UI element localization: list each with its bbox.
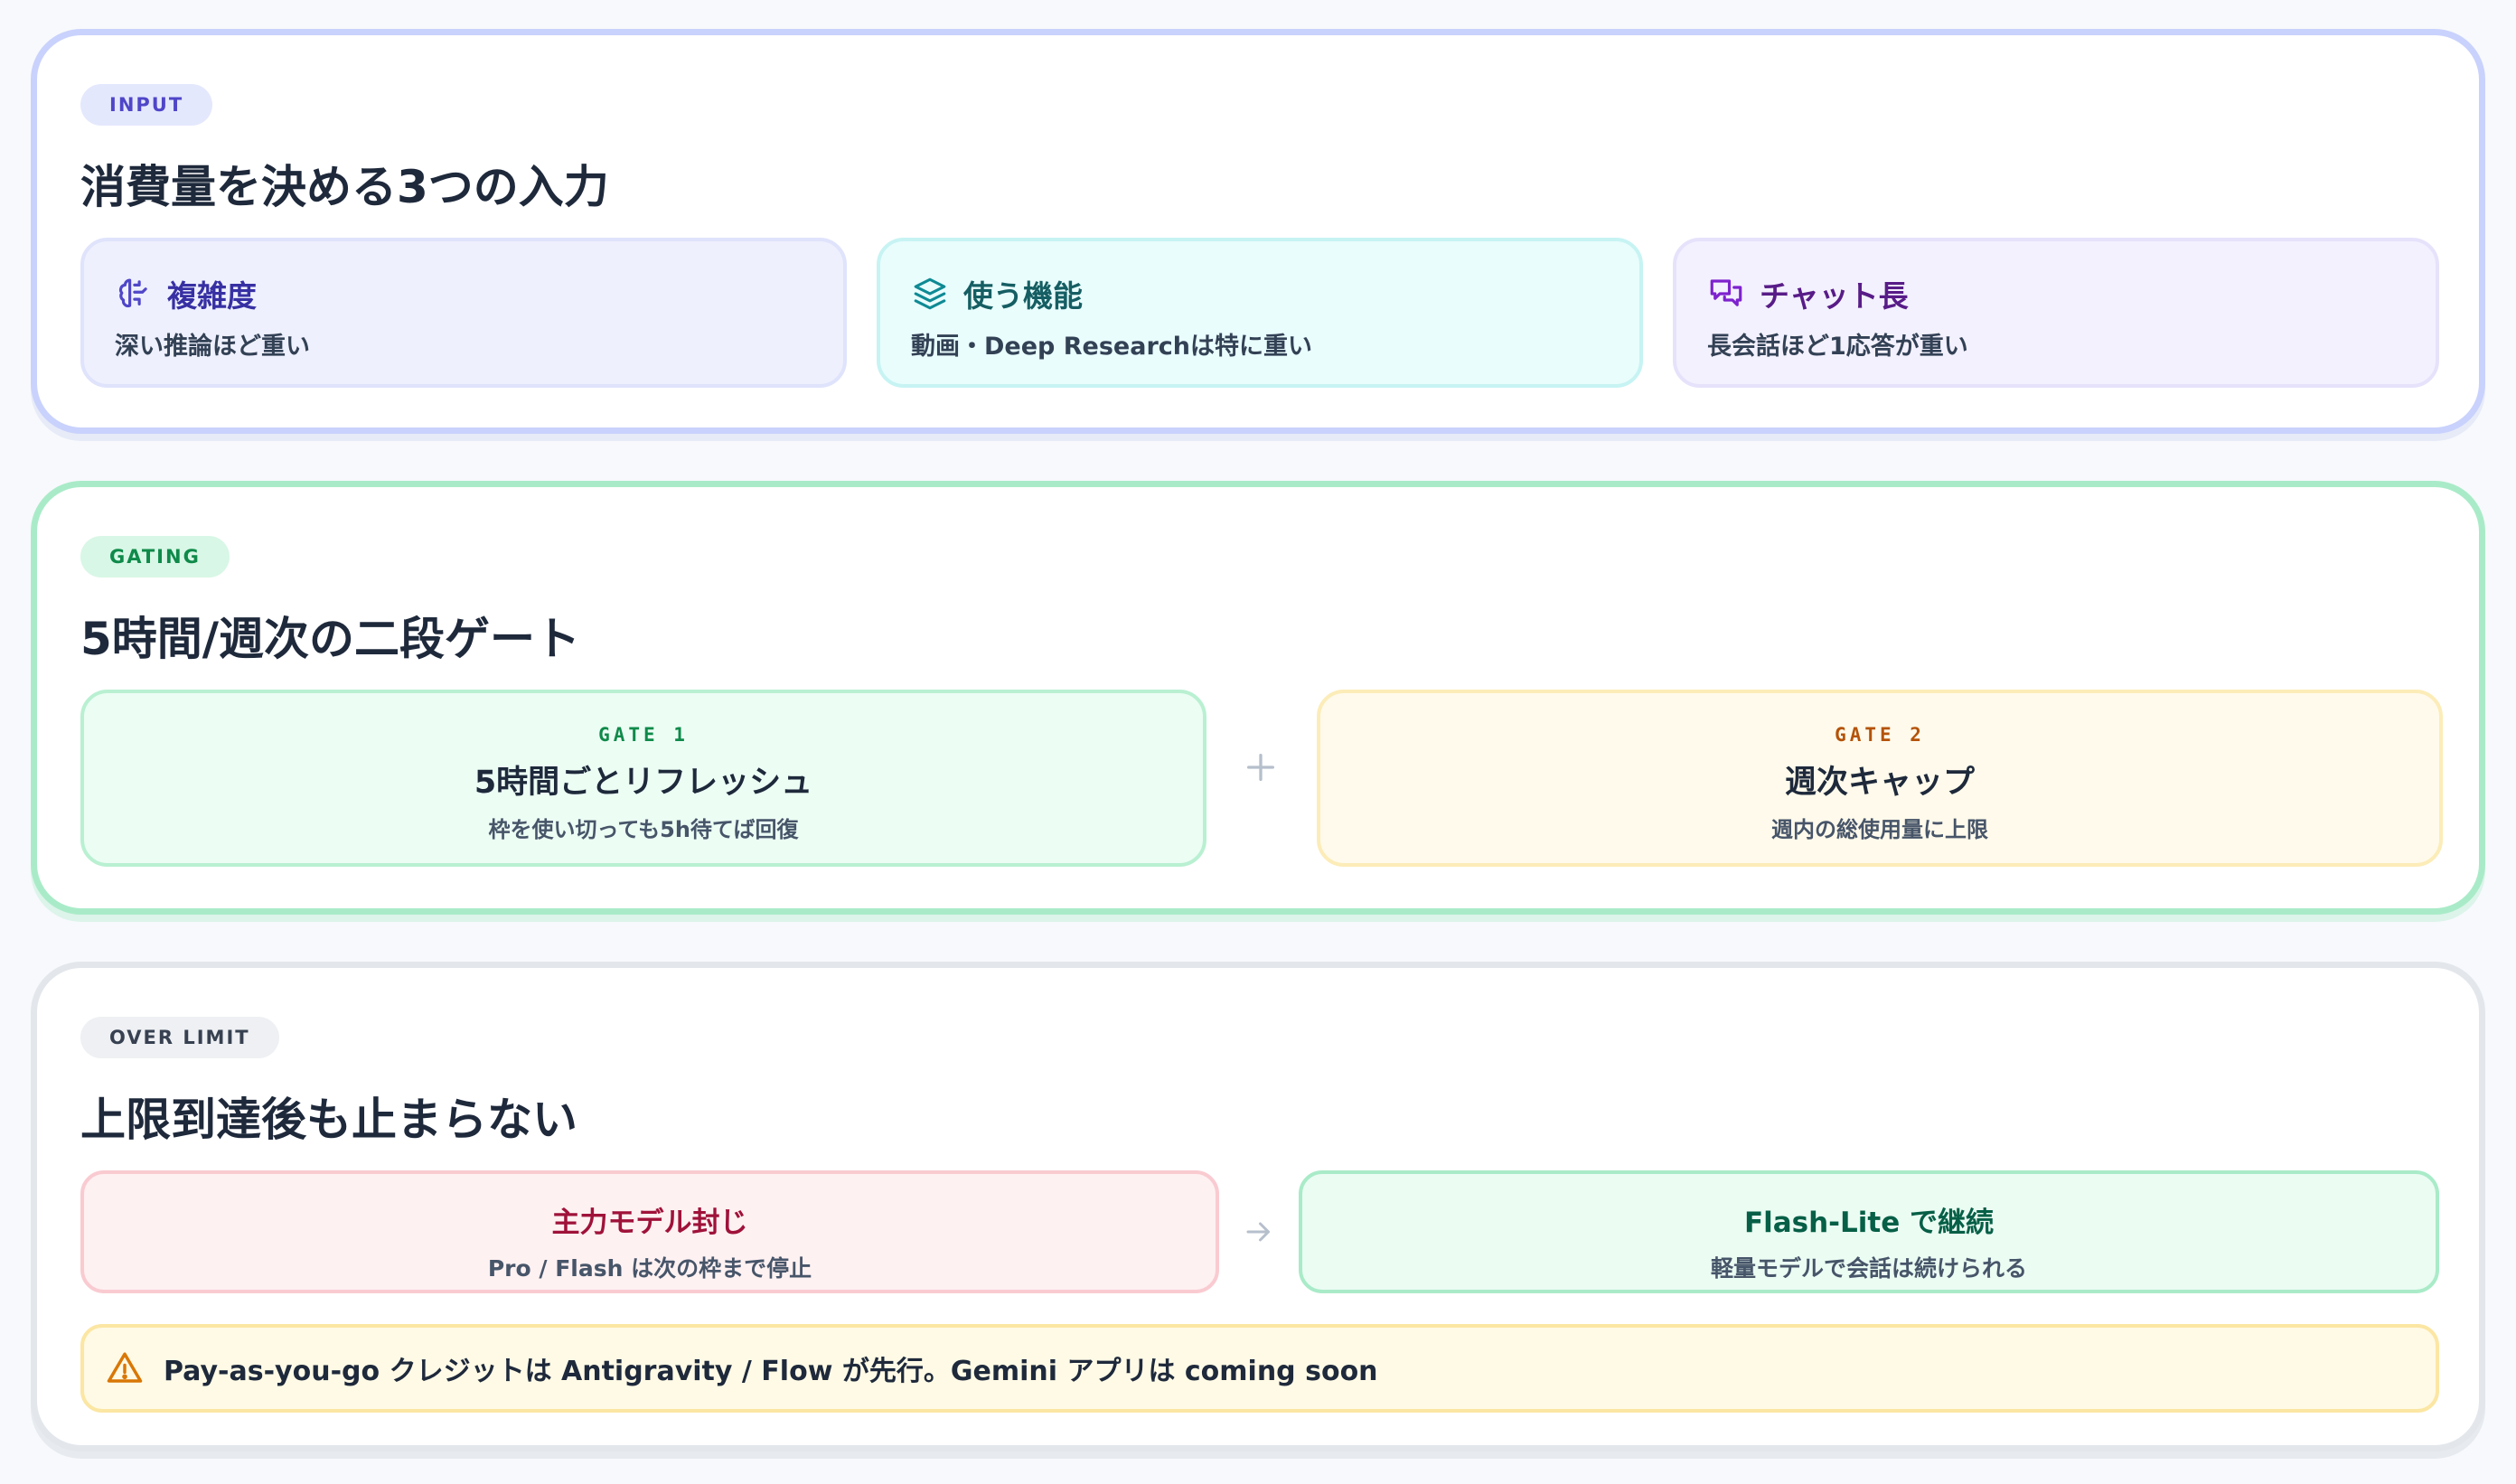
gate-1-desc: 枠を使い切っても5h待てば回復 bbox=[488, 817, 799, 842]
brain-icon bbox=[118, 278, 147, 308]
complexity-card: 複雑度 深い推論ほど重い bbox=[80, 238, 847, 388]
warning-icon bbox=[107, 1352, 143, 1383]
over-limit-title: 上限到達後も止まらない bbox=[80, 1094, 577, 1146]
gating-panel: GATING 5時間/週次の二段ゲート GATE 1 5時間ごとリフレッシュ 枠… bbox=[31, 481, 2485, 915]
chat-length-label: チャット長 bbox=[1760, 278, 1909, 314]
features-label: 使う機能 bbox=[963, 278, 1083, 314]
plus-icon bbox=[1247, 754, 1274, 781]
gating-title: 5時間/週次の二段ゲート bbox=[80, 613, 581, 665]
complexity-desc: 深い推論ほど重い bbox=[115, 333, 310, 361]
gate-1-card: GATE 1 5時間ごとリフレッシュ 枠を使い切っても5h待てば回復 bbox=[80, 690, 1206, 867]
notice-text: Pay-as-you-go クレジットは Antigravity / Flow … bbox=[164, 1356, 1378, 1387]
gate-2-tag: GATE 2 bbox=[1835, 724, 1925, 746]
over-limit-badge: OVER LIMIT bbox=[80, 1017, 279, 1058]
payg-notice: Pay-as-you-go クレジットは Antigravity / Flow … bbox=[80, 1324, 2439, 1413]
input-title: 消費量を決める3つの入力 bbox=[80, 161, 609, 213]
complexity-label: 複雑度 bbox=[167, 278, 257, 314]
gate-1-name: 5時間ごとリフレッシュ bbox=[474, 765, 813, 801]
blocked-desc: Pro / Flash は次の枠まで停止 bbox=[487, 1255, 812, 1282]
features-desc: 動画・Deep Researchは特に重い bbox=[911, 333, 1313, 361]
gate-1-tag: GATE 1 bbox=[598, 724, 689, 746]
chat-length-card: チャット長 長会話ほど1応答が重い bbox=[1673, 238, 2439, 388]
layers-icon bbox=[914, 277, 946, 310]
over-limit-panel: OVER LIMIT 上限到達後も止まらない 主力モデル封じ Pro / Fla… bbox=[31, 962, 2485, 1451]
arrow-right-icon bbox=[1246, 1222, 1270, 1242]
blocked-name: 主力モデル封じ bbox=[551, 1207, 748, 1239]
flash-lite-continue-card: Flash-Lite で継続 軽量モデルで会話は続けられる bbox=[1299, 1170, 2439, 1293]
chat-bubbles-icon bbox=[1710, 279, 1742, 306]
chat-length-desc: 長会話ほど1応答が重い bbox=[1707, 333, 1968, 361]
input-badge: INPUT bbox=[80, 84, 213, 126]
main-model-blocked-card: 主力モデル封じ Pro / Flash は次の枠まで停止 bbox=[80, 1170, 1219, 1293]
gate-2-card: GATE 2 週次キャップ 週内の総使用量に上限 bbox=[1317, 690, 2443, 867]
gating-badge: GATING bbox=[80, 536, 230, 578]
input-panel: INPUT 消費量を決める3つの入力 複雑度 深い推論ほど重い 使う機能 動画・… bbox=[31, 29, 2485, 434]
gate-2-desc: 週内の総使用量に上限 bbox=[1771, 817, 1988, 842]
features-card: 使う機能 動画・Deep Researchは特に重い bbox=[877, 238, 1643, 388]
continue-name: Flash-Lite で継続 bbox=[1743, 1207, 1995, 1239]
gate-2-name: 週次キャップ bbox=[1784, 765, 1975, 801]
continue-desc: 軽量モデルで会話は続けられる bbox=[1710, 1255, 2027, 1282]
